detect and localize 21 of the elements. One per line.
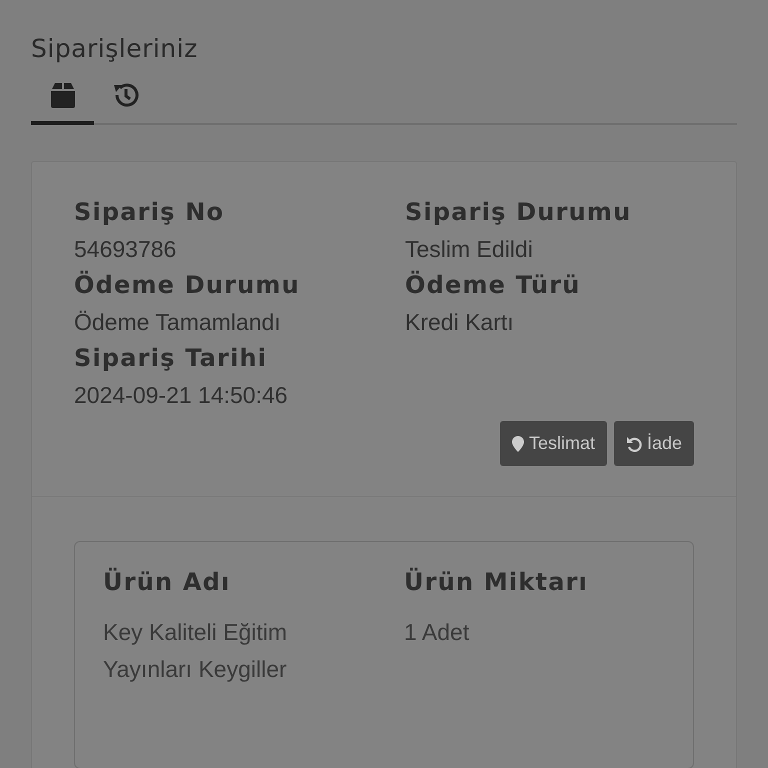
field-value: Ödeme Tamamlandı (74, 309, 282, 336)
field-value: Teslim Edildi (405, 236, 534, 263)
field-label: Sipariş No (74, 198, 226, 226)
field-label: Ödeme Durumu (74, 271, 301, 299)
column-header: Ürün Adı (103, 568, 232, 596)
history-icon (112, 81, 140, 109)
table-cell-text: 1 Adet (404, 618, 470, 647)
return-button[interactable]: İade (614, 421, 694, 466)
pin-icon (512, 436, 524, 452)
page-title: Siparişleriniz (31, 34, 199, 63)
delivery-button[interactable]: Teslimat (500, 421, 607, 466)
field-label: Sipariş Tarihi (74, 344, 268, 372)
undo-icon (626, 436, 642, 452)
table-cell-text: Key Kaliteli Eğitim Yayınları Keygiller (103, 618, 288, 684)
field-label: Ödeme Türü (405, 271, 582, 299)
field-value: 2024-09-21 14:50:46 (74, 382, 289, 409)
field-value: 54693786 (74, 236, 178, 263)
field-label: Sipariş Durumu (405, 198, 632, 226)
column-header: Ürün Miktarı (404, 568, 590, 596)
field-value: Kredi Kartı (405, 309, 515, 336)
box-icon (48, 82, 76, 108)
